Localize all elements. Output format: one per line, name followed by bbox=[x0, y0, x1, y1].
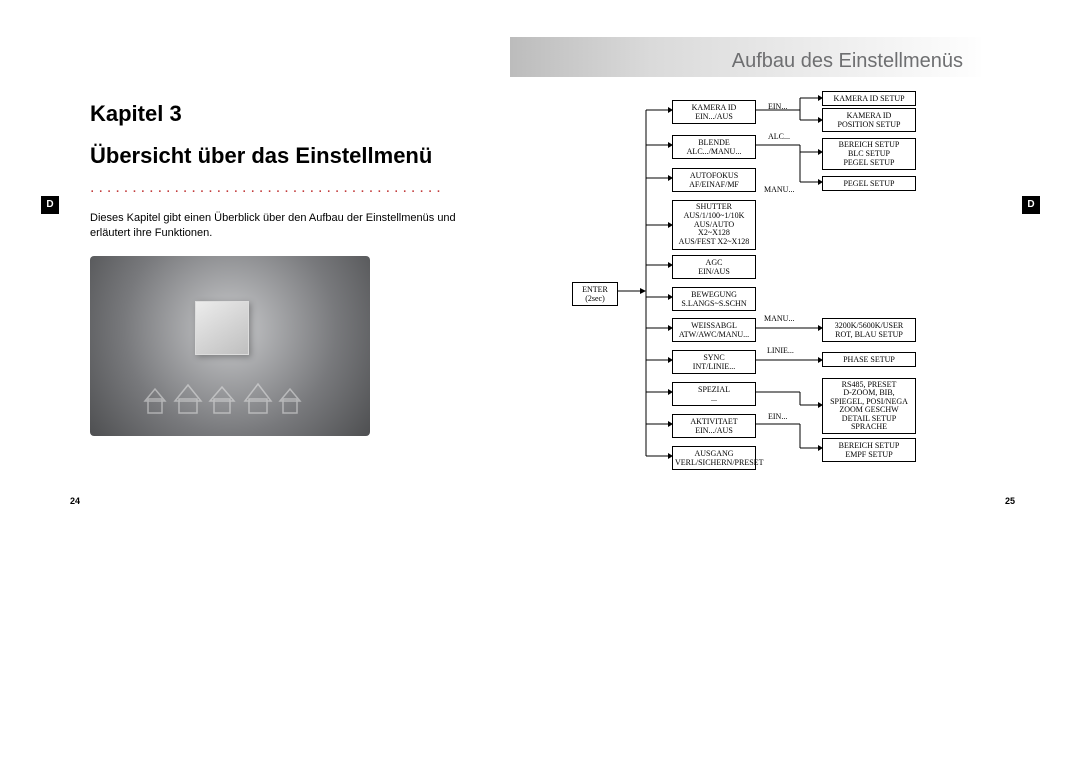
enter-sub: (2sec) bbox=[585, 294, 605, 303]
node-spezial: SPEZIAL... bbox=[672, 382, 756, 406]
node-spezial-sub: RS485, PRESETD-ZOOM, BIB,SPIEGEL, POSI/N… bbox=[822, 378, 916, 434]
node-agc: AGCEIN/AUS bbox=[672, 255, 756, 279]
chapter-title: Übersicht über das Einstellmenü bbox=[90, 143, 490, 169]
chapter-intro-block: Kapitel 3 Übersicht über das Einstellmen… bbox=[90, 100, 490, 436]
node-shutter: SHUTTERAUS/1/100~1/10KAUS/AUTOX2~X128AUS… bbox=[672, 200, 756, 250]
edge-label-ein: EIN... bbox=[768, 102, 787, 111]
node-aktivitaet-sub: BEREICH SETUPEMPF SETUP bbox=[822, 438, 916, 462]
node-kamera-id-setup: KAMERA ID SETUP bbox=[822, 91, 916, 106]
edge-label-linie: LINIE... bbox=[767, 346, 794, 355]
separator-dots: ........................................… bbox=[90, 179, 490, 197]
side-tab-right: D bbox=[1022, 196, 1040, 214]
node-enter: ENTER (2sec) bbox=[572, 282, 618, 306]
node-wb-setup: 3200K/5600K/USERROT, BLAU SETUP bbox=[822, 318, 916, 342]
decorative-image bbox=[90, 256, 370, 436]
side-tab-left: D bbox=[41, 196, 59, 214]
page-number-left: 24 bbox=[70, 496, 80, 506]
edge-label-alc: ALC... bbox=[768, 132, 790, 141]
node-blende: BLENDEALC.../MANU... bbox=[672, 135, 756, 159]
node-weissabgl: WEISSABGLATW/AWC/MANU... bbox=[672, 318, 756, 342]
node-ausgang: AUSGANGVERL/SICHERN/PRESET bbox=[672, 446, 756, 470]
node-kamera-id: KAMERA IDEIN.../AUS bbox=[672, 100, 756, 124]
node-pegel-setup: PEGEL SETUP bbox=[822, 176, 916, 191]
edge-label-manu1: MANU... bbox=[764, 185, 794, 194]
node-bereich-setup: BEREICH SETUPBLC SETUPPEGEL SETUP bbox=[822, 138, 916, 170]
node-bewegung: BEWEGUNGS.LANGS~S.SCHN bbox=[672, 287, 756, 311]
edge-label-manu2: MANU... bbox=[764, 314, 794, 323]
chapter-number: Kapitel 3 bbox=[90, 100, 490, 129]
page-number-right: 25 bbox=[1005, 496, 1015, 506]
node-sync: SYNCINT/LINIE... bbox=[672, 350, 756, 374]
chapter-banner: Aufbau des Einstellmenüs bbox=[510, 37, 981, 77]
node-aktivitaet: AKTIVITAETEIN.../AUS bbox=[672, 414, 756, 438]
edge-label-ein2: EIN... bbox=[768, 412, 787, 421]
diagram-lines bbox=[560, 90, 990, 490]
enter-label: ENTER bbox=[582, 285, 608, 294]
node-autofokus: AUTOFOKUSAF/EINAF/MF bbox=[672, 168, 756, 192]
banner-title: Aufbau des Einstellmenüs bbox=[732, 50, 963, 73]
menu-tree-diagram: ENTER (2sec) KAMERA IDEIN.../AUS BLENDEA… bbox=[560, 90, 990, 490]
node-phase-setup: PHASE SETUP bbox=[822, 352, 916, 367]
node-kamera-id-pos: KAMERA IDPOSITION SETUP bbox=[822, 108, 916, 132]
intro-text: Dieses Kapitel gibt einen Überblick über… bbox=[90, 211, 490, 242]
